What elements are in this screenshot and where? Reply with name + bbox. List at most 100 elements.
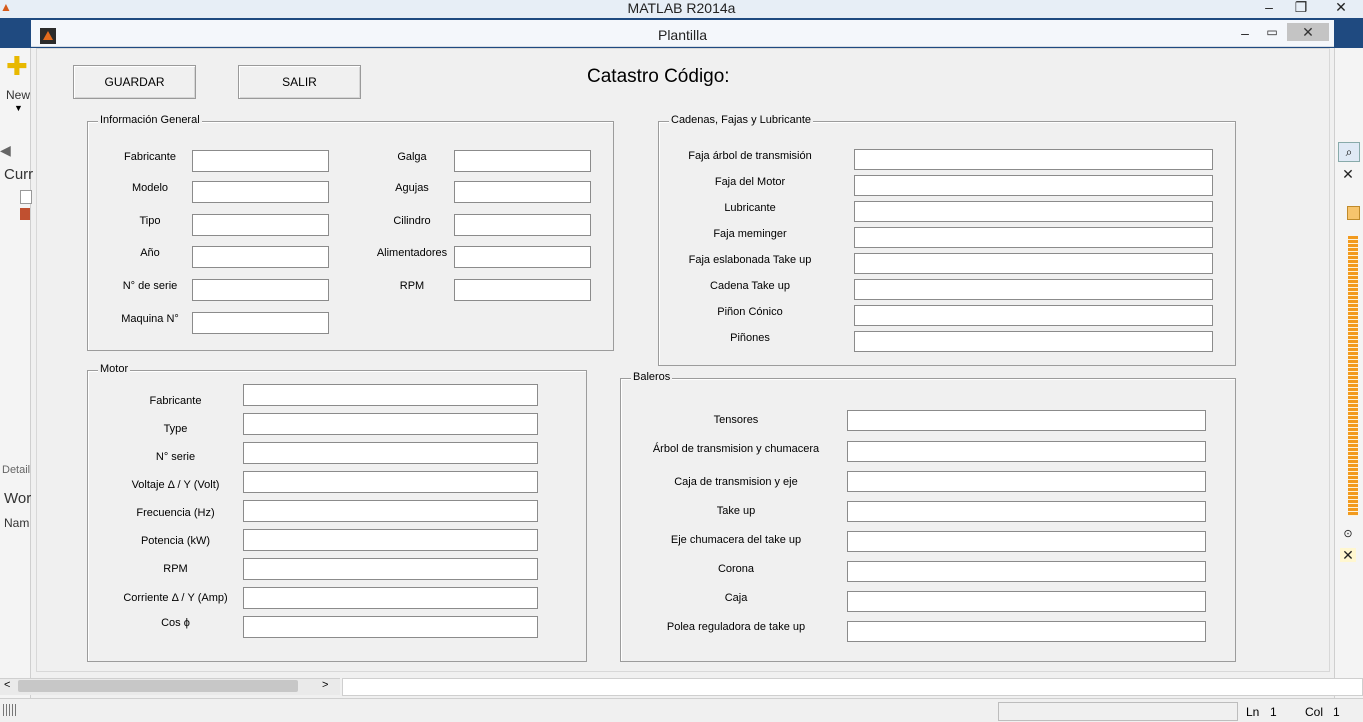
save-button[interactable]: GUARDAR — [73, 65, 196, 99]
figure-maximize-icon[interactable]: ▭ — [1263, 25, 1281, 39]
motor-input-rpm[interactable] — [243, 558, 538, 580]
history-marker-icon — [1347, 206, 1360, 220]
page-title: Catastro Código: — [587, 66, 730, 87]
bearings-label-caja-transmision: Caja de transmision y eje — [674, 476, 798, 488]
panel-close-icon[interactable]: ✕ — [1340, 167, 1356, 181]
general-label-rpm: RPM — [399, 280, 425, 292]
bearings-input-polea[interactable] — [847, 621, 1206, 642]
status-message-box — [998, 702, 1238, 721]
bearings-input-caja-transmision[interactable] — [847, 471, 1206, 492]
bearings-label-caja: Caja — [724, 592, 748, 604]
general-input-modelo[interactable] — [192, 181, 329, 203]
motor-label-potencia: Potencia (kW) — [140, 535, 211, 547]
panel-close-icon-2[interactable]: ✕ — [1340, 548, 1356, 562]
chains-input-pinones[interactable] — [854, 331, 1213, 352]
file-icon — [20, 190, 32, 204]
chains-input-lubricante[interactable] — [854, 201, 1213, 222]
scrollbar-thumb[interactable] — [18, 680, 298, 692]
bearings-input-tensores[interactable] — [847, 410, 1206, 431]
general-label-cilindro: Cilindro — [393, 215, 431, 227]
bearings-input-eje-chumacera[interactable] — [847, 531, 1206, 552]
general-input-serie[interactable] — [192, 279, 329, 301]
motor-label-type: Type — [163, 423, 188, 435]
new-label[interactable]: New — [6, 88, 30, 102]
back-arrow-icon[interactable]: ◀ — [0, 142, 11, 159]
bearings-label-tensores: Tensores — [713, 414, 759, 426]
chains-input-faja-eslabonada[interactable] — [854, 253, 1213, 274]
motor-label-fabricante: Fabricante — [149, 395, 202, 407]
general-label-alimentadores: Alimentadores — [376, 247, 448, 259]
status-col-value: 1 — [1333, 705, 1340, 719]
details-label: Detail — [2, 464, 31, 476]
chains-input-pinon-conico[interactable] — [854, 305, 1213, 326]
chains-label-faja-arbol: Faja árbol de transmisión — [688, 150, 812, 162]
chains-panel-title: Cadenas, Fajas y Lubricante — [669, 114, 814, 126]
status-col-label: Col — [1305, 705, 1324, 719]
general-info-panel-title: Información General — [98, 114, 202, 126]
motor-input-serie[interactable] — [243, 442, 538, 464]
scroll-right-icon[interactable]: > — [322, 679, 328, 691]
general-input-ano[interactable] — [192, 246, 329, 268]
new-plus-icon[interactable]: ✚ — [6, 53, 28, 79]
status-grip-icon — [3, 704, 17, 716]
chains-label-faja-motor: Faja del Motor — [714, 176, 786, 188]
motor-input-corriente[interactable] — [243, 587, 538, 609]
general-input-agujas[interactable] — [454, 181, 591, 203]
minimize-icon[interactable]: – — [1260, 0, 1278, 14]
motor-label-cos: Cos ϕ — [161, 617, 190, 629]
motor-input-type[interactable] — [243, 413, 538, 435]
general-input-maquina[interactable] — [192, 312, 329, 334]
status-ln-value: 1 — [1270, 705, 1277, 719]
motor-label-voltaje: Voltaje Δ / Y (Volt) — [131, 479, 220, 491]
bearings-input-takeup[interactable] — [847, 501, 1206, 522]
chevron-down-icon[interactable]: ⊙ — [1340, 527, 1356, 541]
motor-input-voltaje[interactable] — [243, 471, 538, 493]
bearings-label-arbol: Árbol de transmision y chumacera — [652, 443, 820, 455]
bearings-input-caja[interactable] — [847, 591, 1206, 612]
name-column-label: Nam — [4, 516, 30, 530]
chains-input-faja-meminger[interactable] — [854, 227, 1213, 248]
general-input-fabricante[interactable] — [192, 150, 329, 172]
bearings-input-corona[interactable] — [847, 561, 1206, 582]
new-dropdown-icon[interactable]: ▼ — [14, 103, 23, 113]
close-icon[interactable]: ✕ — [1330, 0, 1352, 14]
figure-close-icon[interactable]: ✕ — [1287, 23, 1329, 41]
general-label-maquina: Maquina N° — [121, 313, 179, 325]
general-input-rpm[interactable] — [454, 279, 591, 301]
chains-input-cadena-takeup[interactable] — [854, 279, 1213, 300]
bearings-input-arbol[interactable] — [847, 441, 1206, 462]
motor-label-serie: N° serie — [155, 451, 196, 463]
search-icon[interactable]: ⌕ — [1338, 142, 1360, 162]
general-input-galga[interactable] — [454, 150, 591, 172]
bearings-label-corona: Corona — [717, 563, 755, 575]
bearings-label-eje-chumacera: Eje chumacera del take up — [670, 534, 802, 546]
chains-input-faja-motor[interactable] — [854, 175, 1213, 196]
workspace-label: Wor — [4, 490, 32, 507]
motor-label-corriente: Corriente Δ / Y (Amp) — [123, 592, 228, 604]
motor-input-fabricante[interactable] — [243, 384, 538, 406]
bearings-label-takeup: Take up — [716, 505, 756, 517]
motor-input-cos[interactable] — [243, 616, 538, 638]
chains-label-pinon-conico: Piñon Cónico — [717, 306, 783, 318]
general-input-tipo[interactable] — [192, 214, 329, 236]
command-input[interactable] — [342, 678, 1363, 696]
general-label-modelo: Modelo — [131, 182, 169, 194]
bearings-label-polea: Polea reguladora de take up — [666, 621, 806, 633]
chains-label-faja-meminger: Faja meminger — [713, 228, 787, 240]
motor-input-potencia[interactable] — [243, 529, 538, 551]
chains-label-cadena-takeup: Cadena Take up — [710, 280, 790, 292]
general-label-galga: Galga — [397, 151, 427, 163]
general-input-alimentadores[interactable] — [454, 246, 591, 268]
general-label-ano: Año — [140, 247, 160, 259]
figure-minimize-icon[interactable]: – — [1236, 26, 1254, 40]
motor-input-frecuencia[interactable] — [243, 500, 538, 522]
current-folder-label: Curr — [4, 166, 34, 183]
general-input-cilindro[interactable] — [454, 214, 591, 236]
scroll-left-icon[interactable]: < — [4, 679, 10, 691]
exit-button[interactable]: SALIR — [238, 65, 361, 99]
restore-icon[interactable]: ❐ — [1292, 0, 1310, 14]
bearings-panel-title: Baleros — [631, 371, 673, 383]
chains-input-faja-arbol[interactable] — [854, 149, 1213, 170]
chains-label-pinones: Piñones — [730, 332, 770, 344]
status-ln-label: Ln — [1246, 705, 1260, 719]
